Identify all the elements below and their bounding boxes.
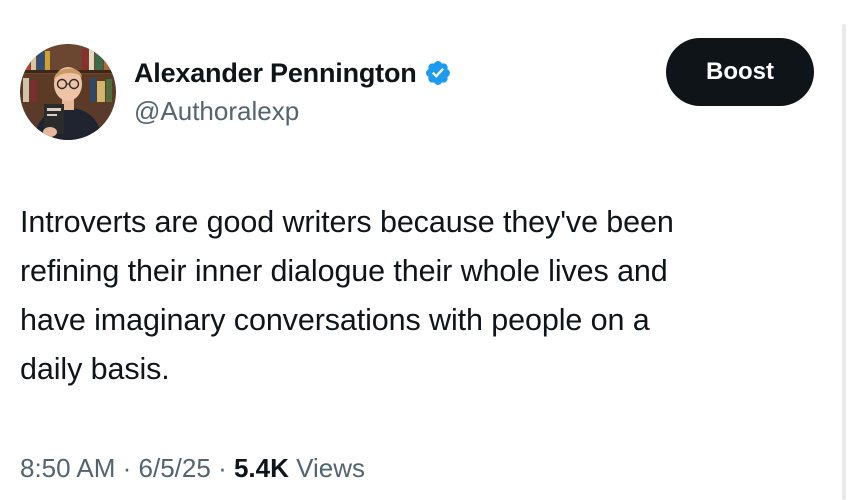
scrollbar[interactable]: [835, 0, 851, 500]
scrollbar-thumb[interactable]: [842, 24, 846, 500]
author-handle[interactable]: @Authoralexp: [134, 96, 299, 127]
tweet-page: Alexander Pennington @Authoralexp Boost …: [0, 0, 851, 500]
tweet-meta: 8:50 AM · 6/5/25 · 5.4K Views: [20, 453, 365, 484]
verified-badge-icon[interactable]: [424, 59, 452, 87]
views-label: Views: [296, 453, 365, 483]
tweet-date[interactable]: 6/5/25: [139, 453, 211, 483]
tweet-time[interactable]: 8:50 AM: [20, 453, 115, 483]
display-name[interactable]: Alexander Pennington: [134, 58, 417, 89]
tweet-text-line: daily basis.: [20, 352, 170, 386]
tweet-text-line: refining their inner dialogue their whol…: [20, 254, 668, 288]
avatar-photo: [20, 44, 116, 140]
boost-button[interactable]: Boost: [666, 38, 814, 106]
views-count[interactable]: 5.4K: [234, 453, 296, 483]
tweet-text-line: Introverts are good writers because they…: [20, 205, 674, 239]
avatar[interactable]: [20, 44, 116, 140]
tweet-text: Introverts are good writers because they…: [20, 198, 828, 394]
author-name-row: Alexander Pennington: [134, 56, 452, 90]
meta-separator: ·: [122, 453, 139, 483]
tweet-text-line: have imaginary conversations with people…: [20, 303, 650, 337]
meta-separator: ·: [218, 453, 234, 483]
